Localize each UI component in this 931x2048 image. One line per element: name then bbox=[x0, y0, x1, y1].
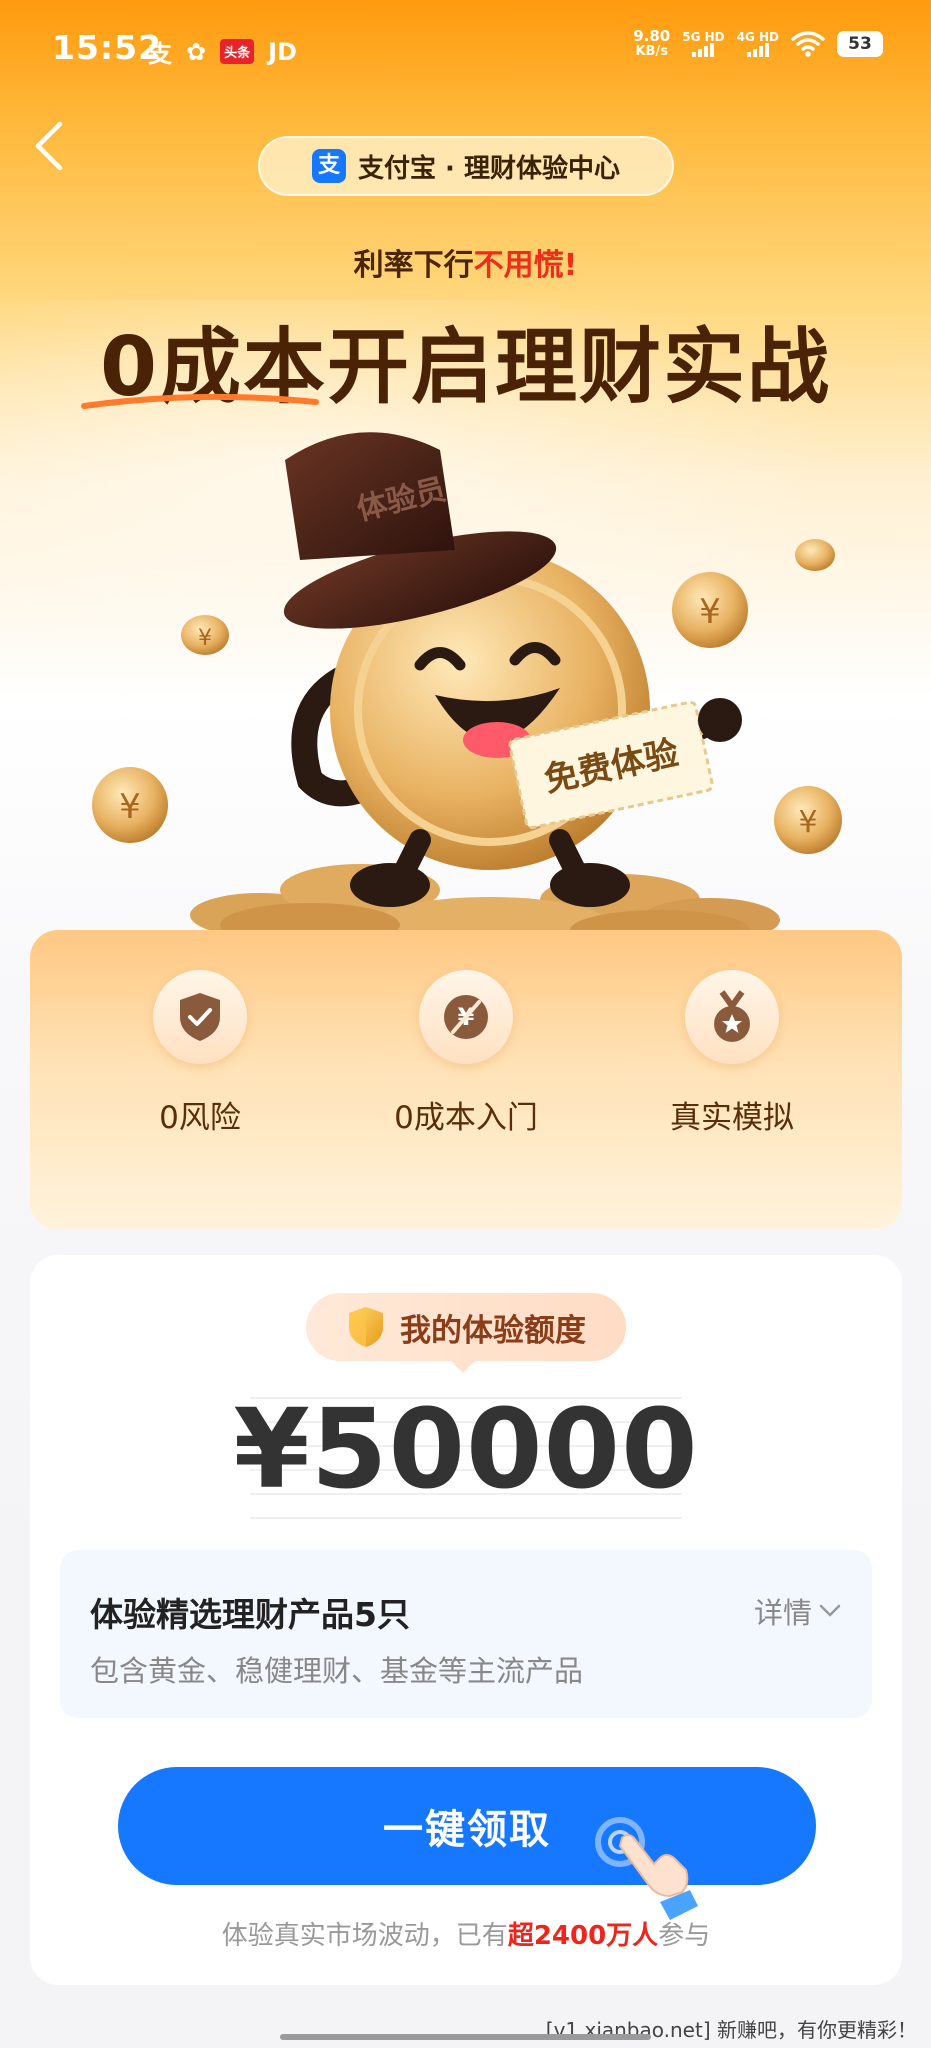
network-speed: 9.80 KB/s bbox=[633, 27, 671, 59]
no-cost-icon: ¥ bbox=[444, 995, 488, 1039]
signal-bars-icon bbox=[682, 43, 724, 57]
product-description: 包含黄金、稳健理财、基金等主流产品 bbox=[90, 1654, 584, 1688]
signal-bars-icon bbox=[737, 43, 779, 57]
battery-icon: 53 bbox=[837, 31, 883, 57]
home-indicator[interactable] bbox=[280, 2034, 651, 2040]
feature-zero-cost: ¥ 0成本入门 bbox=[346, 970, 586, 1137]
feature-real-simulation: 真实模拟 bbox=[612, 970, 852, 1137]
quota-amount: ¥50000 bbox=[233, 1385, 699, 1513]
floating-coin-far-right bbox=[795, 539, 835, 571]
page-title: 支付宝 · 理财体验中心 bbox=[358, 153, 620, 184]
chevron-down-icon bbox=[819, 1604, 841, 1617]
headline-underline-decoration bbox=[81, 393, 319, 409]
floating-coin-small-left: ¥ bbox=[181, 615, 229, 655]
toutiao-notification-icon: 头条 bbox=[220, 39, 255, 64]
gold-shield-icon bbox=[349, 1307, 383, 1347]
shield-check-icon bbox=[180, 993, 220, 1041]
notification-icons: 支 ✿ 头条 JD bbox=[148, 34, 297, 69]
pointing-hand-icon bbox=[595, 1817, 698, 1920]
medal-icon bbox=[714, 990, 750, 1042]
status-time: 15:52 bbox=[52, 28, 163, 67]
floating-coin-lower-right: ¥ bbox=[774, 786, 842, 854]
jd-notification-icon: JD bbox=[268, 37, 297, 66]
alipay-logo-icon: 支 bbox=[312, 149, 346, 183]
product-title: 体验精选理财产品5只 bbox=[90, 1595, 410, 1634]
quota-label-pill: 我的体验额度 bbox=[306, 1293, 626, 1373]
signal-5g: 5G HD bbox=[682, 31, 725, 57]
coin-pile bbox=[190, 864, 780, 940]
feature-zero-risk: 0风险 bbox=[80, 970, 320, 1137]
alipay-notification-icon: 支 bbox=[148, 40, 172, 68]
quota-card: 我的体验额度 ¥50000 体验精选理财产品5只 包含黄金、稳健理财、基金等主流… bbox=[30, 1255, 902, 1985]
svg-text:¥: ¥ bbox=[119, 787, 141, 827]
coin-mascot-illustration: ¥ ¥ ¥ ¥ 体验员 免费体验 bbox=[92, 432, 842, 940]
svg-text:¥: ¥ bbox=[699, 592, 721, 632]
product-info-box: 体验精选理财产品5只 包含黄金、稳健理财、基金等主流产品 详情 bbox=[60, 1550, 872, 1718]
status-bar: 15:52 支 ✿ 头条 JD 9.80 KB/s 5G HD 4G HD 53 bbox=[0, 0, 931, 100]
svg-text:¥: ¥ bbox=[798, 805, 817, 840]
system-icons: 9.80 KB/s 5G HD 4G HD 53 bbox=[633, 28, 883, 60]
wifi-icon bbox=[791, 31, 825, 57]
wechat-notification-icon: ✿ bbox=[186, 37, 207, 66]
features-card: 0风险 ¥ 0成本入门 真实模拟 bbox=[30, 930, 902, 1230]
hero-subtitle: 利率下行不用慌! bbox=[353, 248, 578, 283]
participation-footnote: 体验真实市场波动，已有超2400万人参与 bbox=[221, 1921, 711, 1951]
subtitle-highlight: 不用慌! bbox=[473, 248, 578, 283]
claim-button[interactable]: 一键领取 bbox=[118, 1767, 816, 1885]
details-link[interactable]: 详情 bbox=[754, 1590, 842, 1632]
svg-text:¥: ¥ bbox=[198, 626, 212, 651]
floating-coin-right: ¥ bbox=[672, 572, 748, 648]
back-arrow-icon[interactable] bbox=[30, 118, 70, 174]
page-header-pill: 支 支付宝 · 理财体验中心 bbox=[258, 136, 674, 196]
participant-count: 超2400万人 bbox=[507, 1921, 659, 1951]
signal-4g: 4G HD bbox=[737, 31, 779, 57]
floating-coin-left: ¥ bbox=[92, 767, 168, 843]
